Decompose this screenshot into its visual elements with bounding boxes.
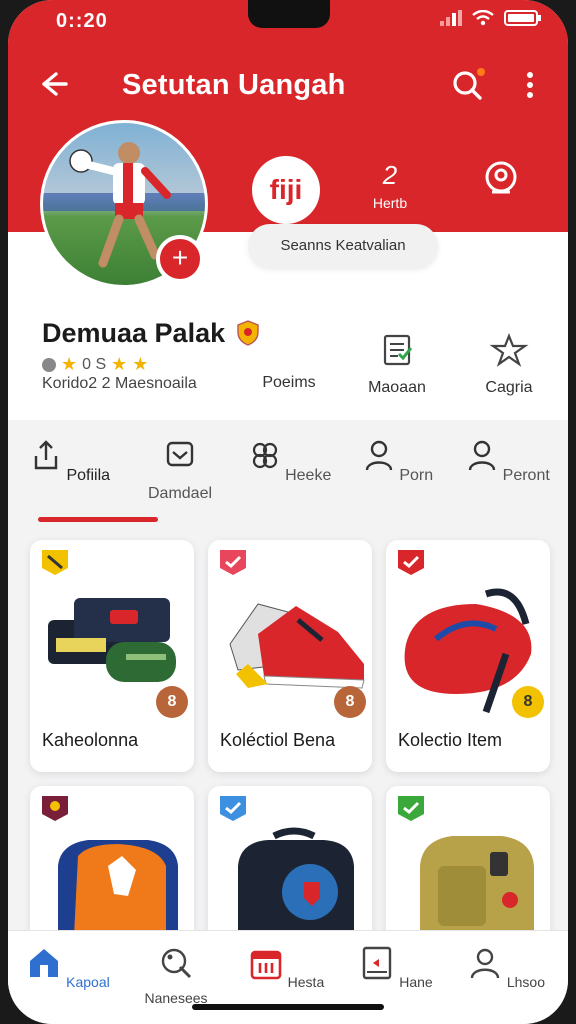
card-badge: 8 bbox=[334, 686, 366, 718]
metric-label: Maoaan bbox=[368, 379, 426, 396]
star-icon: ★ bbox=[61, 354, 78, 374]
location-badge-icon[interactable] bbox=[480, 158, 522, 200]
nav-label: Kapoal bbox=[66, 974, 110, 990]
profile-subline: Korido2 2 Maesnoaila bbox=[42, 375, 197, 392]
metric-maoaan[interactable]: Maoaan bbox=[352, 332, 442, 397]
product-card[interactable] bbox=[30, 786, 194, 946]
stat-count[interactable]: 2 Hertb bbox=[362, 160, 418, 211]
profile-name: Demuaa Palak bbox=[42, 318, 226, 348]
product-image-kit bbox=[48, 598, 176, 682]
star-icon: ★ bbox=[132, 354, 149, 374]
category-tag-icon bbox=[398, 550, 424, 575]
product-image-backpack-orange bbox=[58, 840, 178, 936]
tab-pofiila[interactable]: Pofiila bbox=[22, 438, 118, 485]
home-indicator[interactable] bbox=[192, 1004, 384, 1010]
tab-label: Damdael bbox=[147, 485, 213, 502]
tab-label: Porn bbox=[399, 467, 434, 484]
product-card[interactable]: 8 Kaheolonna bbox=[30, 540, 194, 772]
phone-frame: 0::20 Setutan Uangah Demuaa Palak ★ 0 S … bbox=[8, 0, 568, 1024]
group-icon bbox=[252, 442, 277, 469]
camera-notch bbox=[248, 0, 330, 28]
signal-icon bbox=[440, 10, 462, 26]
tab-label: Pofiila bbox=[66, 467, 111, 484]
user-icon bbox=[365, 440, 393, 471]
search-tag-pill[interactable]: Seanns Keatvalian bbox=[248, 224, 438, 268]
card-badge: 8 bbox=[512, 686, 544, 718]
nav-item-lhsoo[interactable]: Lhsoo bbox=[458, 945, 554, 990]
category-tag-icon bbox=[398, 796, 424, 821]
more-vertical-icon[interactable] bbox=[516, 66, 544, 104]
tab-damdael[interactable]: Damdael bbox=[132, 438, 228, 503]
profile-tabs: Pofiila Damdael Heeke Porn Peront bbox=[8, 428, 568, 526]
product-image-backpack-navy bbox=[238, 827, 354, 936]
status-time: 0::20 bbox=[56, 10, 108, 32]
nav-label: Hane bbox=[399, 974, 433, 990]
status-icons bbox=[440, 10, 542, 26]
nav-item-nanesees[interactable]: Nanesees bbox=[128, 945, 224, 1006]
nav-item-kapoal[interactable]: Kapoal bbox=[20, 945, 116, 990]
nav-label: Lhsoo bbox=[506, 974, 546, 990]
battery-icon bbox=[504, 10, 541, 26]
metric-points[interactable]: Poeims bbox=[244, 332, 334, 392]
nav-item-hesta[interactable]: Hesta bbox=[238, 945, 334, 990]
calendar-icon bbox=[250, 950, 282, 980]
home-icon bbox=[30, 949, 59, 977]
nav-label: Hesta bbox=[287, 974, 325, 990]
category-tag-icon bbox=[42, 796, 68, 821]
card-badge: 8 bbox=[156, 686, 188, 718]
metric-label: Poeims bbox=[262, 374, 316, 391]
product-card[interactable] bbox=[386, 786, 550, 946]
active-tab-indicator bbox=[38, 517, 158, 522]
document-check-icon bbox=[383, 334, 413, 366]
back-arrow-icon[interactable] bbox=[34, 66, 70, 102]
inbox-icon bbox=[166, 441, 194, 467]
tag-icon bbox=[161, 948, 192, 979]
product-card[interactable] bbox=[208, 786, 372, 946]
product-image-backpack-olive bbox=[420, 836, 534, 936]
category-tag-icon bbox=[220, 550, 246, 575]
product-label: Koléctiol Bena bbox=[220, 730, 336, 750]
rating-dot bbox=[42, 357, 56, 372]
tab-heeke[interactable]: Heeke bbox=[242, 438, 338, 485]
product-label: Kolectio Item bbox=[398, 730, 503, 750]
tab-peront[interactable]: Peront bbox=[460, 438, 556, 485]
metric-label: Cagria bbox=[485, 379, 533, 396]
share-icon bbox=[34, 440, 58, 470]
add-photo-button[interactable]: + bbox=[156, 235, 204, 283]
metric-cagria[interactable]: Cagria bbox=[464, 332, 554, 397]
sparkle-icon bbox=[489, 333, 529, 367]
nav-item-hane[interactable]: Hane bbox=[348, 945, 444, 990]
rating-text: 0 S bbox=[82, 355, 107, 373]
tab-porn[interactable]: Porn bbox=[350, 438, 446, 485]
metric-blank bbox=[269, 332, 309, 368]
user-icon bbox=[470, 948, 500, 979]
category-tag-icon bbox=[42, 550, 68, 575]
star-icon: ★ bbox=[111, 354, 128, 374]
user-icon bbox=[469, 440, 496, 471]
rating-row: ★ 0 S ★ ★ bbox=[42, 354, 148, 375]
tablet-icon bbox=[363, 946, 392, 980]
page-title: Setutan Uangah bbox=[122, 69, 346, 101]
product-card[interactable]: 8 Koléctiol Bena bbox=[208, 540, 372, 772]
category-tag-icon bbox=[220, 796, 246, 821]
product-card[interactable]: 8 Kolectio Item bbox=[386, 540, 550, 772]
stat-count-label: Hertb bbox=[372, 195, 408, 211]
top-app-bar: Setutan Uangah bbox=[8, 56, 568, 112]
stat-primary-circle[interactable]: fiji bbox=[252, 156, 320, 224]
search-icon[interactable] bbox=[448, 66, 488, 104]
product-label: Kaheolonna bbox=[42, 730, 139, 750]
stat-count-value: 2 bbox=[382, 160, 398, 190]
tab-label: Peront bbox=[502, 467, 550, 484]
tab-label: Heeke bbox=[285, 467, 332, 484]
wifi-icon bbox=[472, 10, 494, 26]
